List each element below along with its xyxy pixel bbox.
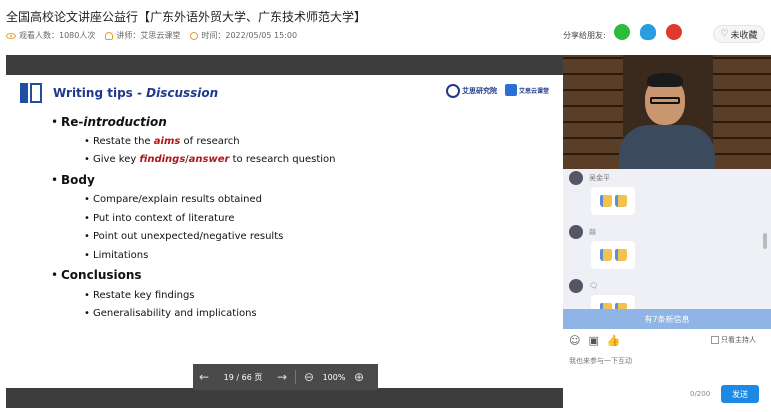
glasses — [650, 97, 680, 104]
logo2-text: 艾思云课堂 — [519, 87, 550, 95]
slide-accent-block — [20, 83, 28, 103]
meta-bar: 观看人数：1080人次 讲师：艾思云课堂 时间：2022/05/05 15:00 — [6, 30, 297, 41]
bookshelf-left — [563, 55, 623, 169]
bullet-emphasis: findings — [139, 154, 186, 165]
bullet-item: Point out unexpected/negative results — [84, 231, 283, 242]
bullet-item: Put into context of literature — [84, 213, 235, 224]
only-host-toggle[interactable]: 只看主持人 — [711, 335, 756, 345]
lecturer-video — [563, 55, 771, 169]
weibo-icon[interactable] — [666, 24, 682, 40]
logo1-text: 艾思研究院 — [462, 87, 497, 95]
thumbs-up-icon — [614, 249, 627, 261]
section-heading-a: Re- — [61, 115, 84, 129]
person-hair — [647, 73, 683, 87]
lecturer-item: 讲师：艾思云课堂 — [105, 30, 180, 41]
avatar — [569, 225, 583, 239]
classroom-logo: 艾思云课堂 — [505, 84, 549, 96]
section-heading: Re-introduction — [51, 115, 167, 129]
send-button[interactable]: 发送 — [721, 385, 759, 403]
views-item: 观看人数：1080人次 — [6, 30, 95, 41]
thumbs-up-icon — [599, 195, 612, 207]
bullet-item: Restate key findings — [84, 290, 194, 301]
slide-bottom-bar — [6, 388, 563, 408]
slide-canvas: Writing tips - Discussion 艾思研究院 艾思云课堂 Re… — [6, 75, 563, 388]
person-body — [619, 125, 715, 169]
slide-title-prefix: Writing tips - — [53, 86, 147, 100]
bullet-text: to research question — [229, 154, 336, 165]
qq-icon[interactable] — [640, 24, 656, 40]
divider — [295, 370, 296, 384]
bullet-emphasis: aims — [153, 136, 181, 147]
chat-username: 燚 — [589, 228, 596, 236]
lecturer-text: 讲师：艾思云课堂 — [116, 31, 181, 40]
zoom-out-icon[interactable]: ⊖ — [298, 370, 320, 384]
thumbs-up-icon — [614, 195, 627, 207]
page-root: 全国高校论文讲座公益行【广东外语外贸大学、广东技术师范大学】 观看人数：1080… — [0, 0, 771, 412]
next-page-icon[interactable]: → — [271, 370, 293, 384]
slide-title-em: Discussion — [146, 86, 219, 100]
user-icon — [105, 31, 114, 40]
chat-username: 吴金平 — [589, 174, 610, 182]
slide-title: Writing tips - Discussion — [53, 86, 218, 100]
wechat-icon[interactable] — [614, 24, 630, 40]
gift-icon[interactable]: ▣ — [588, 334, 598, 347]
chat-bubble — [591, 241, 635, 269]
bullet-item: Restate the aims of research — [84, 136, 240, 147]
bullet-text: of research — [180, 136, 240, 147]
chat-scrollbar[interactable] — [763, 233, 767, 249]
only-host-checkbox[interactable] — [711, 336, 719, 344]
page-title: 全国高校论文讲座公益行【广东外语外贸大学、广东技术师范大学】 — [6, 10, 367, 24]
bullet-emphasis: answer — [188, 154, 230, 165]
like-icon[interactable]: 👍 — [607, 334, 621, 347]
seal-icon — [446, 84, 460, 98]
page-controls: ← 19 / 66 页 → ⊖ 100% ⊕ — [193, 364, 378, 390]
new-messages-banner[interactable]: 有7条新信息 — [563, 309, 771, 329]
bullet-text: Restate the — [93, 136, 154, 147]
chat-bubble — [591, 187, 635, 215]
chat-input[interactable]: 我也来参与一下互动 — [569, 356, 632, 366]
section-heading: Conclusions — [51, 268, 142, 282]
emoji-icon[interactable]: ☺ — [569, 334, 580, 347]
thumbs-up-icon — [599, 249, 612, 261]
time-item: 时间：2022/05/05 15:00 — [190, 30, 297, 41]
chat-user: 🗨 — [569, 279, 598, 293]
institute-logo: 艾思研究院 — [446, 84, 497, 98]
bullet-item: Generalisability and implications — [84, 308, 257, 319]
bullet-text: Give key — [93, 154, 140, 165]
chat-panel[interactable]: 吴金平 燚 🗨 有7条新信息 — [563, 169, 771, 329]
time-text: 时间：2022/05/05 15:00 — [201, 31, 298, 40]
eye-icon — [6, 32, 16, 39]
favorite-label: 未收藏 — [730, 30, 758, 41]
prev-page-icon[interactable]: ← — [193, 370, 215, 384]
chat-user: 燚 — [569, 225, 596, 239]
zoom-in-icon[interactable]: ⊕ — [348, 370, 370, 384]
bullet-item: Limitations — [84, 250, 148, 261]
slide-accent-outline — [30, 83, 42, 103]
views-text: 观看人数：1080人次 — [19, 31, 96, 40]
avatar — [569, 171, 583, 185]
chat-user: 吴金平 — [569, 171, 610, 185]
slide-top-bar — [6, 55, 563, 75]
only-host-label: 只看主持人 — [721, 336, 756, 344]
bullet-item: Compare/explain results obtained — [84, 194, 262, 205]
favorite-button[interactable]: ♡ 未收藏 — [713, 25, 765, 43]
chat-username: 🗨 — [589, 282, 598, 290]
zoom-level: 100% — [322, 372, 346, 382]
char-count: 0/200 — [690, 390, 711, 398]
bookshelf-right — [713, 55, 771, 169]
section-heading-b: introduction — [83, 115, 167, 129]
bullet-item: Give key findings/answer to research que… — [84, 154, 336, 165]
heart-icon: ♡ — [720, 29, 729, 39]
clock-icon — [190, 31, 199, 40]
logo-icon — [505, 84, 517, 96]
section-heading: Body — [51, 173, 95, 187]
share-label: 分享给朋友: — [563, 31, 606, 40]
avatar — [569, 279, 583, 293]
page-indicator: 19 / 66 页 — [223, 372, 263, 382]
